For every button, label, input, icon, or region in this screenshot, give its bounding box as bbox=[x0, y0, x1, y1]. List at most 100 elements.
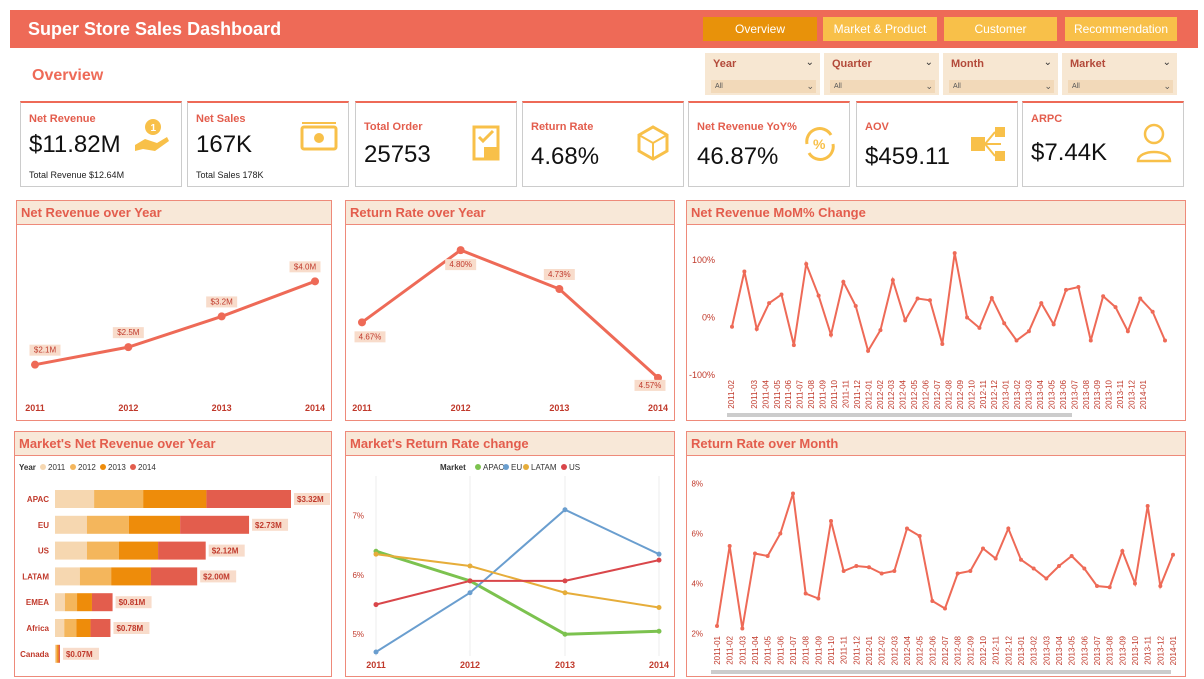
bar-segment bbox=[58, 644, 60, 663]
legend-marker bbox=[475, 464, 481, 470]
category-label: APAC bbox=[27, 495, 49, 504]
x-tick-label: 2013-08 bbox=[1082, 379, 1091, 409]
kpi-value: $11.82M bbox=[29, 131, 121, 158]
x-tick-label: 2013-11 bbox=[1116, 379, 1125, 408]
category-label: EMEA bbox=[26, 598, 49, 607]
x-tick-label: 2013-02 bbox=[1013, 379, 1022, 409]
data-point bbox=[867, 565, 871, 570]
x-tick-label: 2011-11 bbox=[841, 379, 850, 408]
panel-return-rate-year: Return Rate over Year 4.67% 2011 4.80% 2012… bbox=[345, 200, 675, 421]
filter-label: Market bbox=[1070, 58, 1106, 70]
bar-segment bbox=[55, 567, 80, 586]
data-point bbox=[767, 301, 772, 306]
market-revenue-chart: Year 2011 2012 2013 2014 APAC $3.32M EU $2.73M US… bbox=[19, 463, 330, 663]
category-label: US bbox=[38, 547, 50, 556]
tab-recommendation[interactable]: Recommendation bbox=[1065, 17, 1177, 41]
x-tick-label: 2012-06 bbox=[928, 635, 937, 665]
chevron-down-icon[interactable]: ⌄ bbox=[1163, 57, 1171, 68]
x-tick-label: 2013 bbox=[555, 660, 575, 670]
data-point bbox=[1019, 557, 1023, 562]
filter-value[interactable]: All bbox=[953, 83, 961, 90]
chevron-down-icon[interactable]: ⌄ bbox=[925, 80, 933, 93]
bar-segment bbox=[118, 541, 159, 560]
data-point bbox=[1069, 554, 1074, 558]
tab-customer[interactable]: Customer bbox=[944, 17, 1057, 41]
data-point bbox=[1014, 338, 1019, 343]
tab-overview[interactable]: Overview bbox=[703, 17, 817, 41]
data-point bbox=[754, 327, 759, 331]
filter-year[interactable]: Year ⌄ All ⌄ bbox=[705, 53, 820, 95]
data-point bbox=[1006, 526, 1011, 531]
filter-month[interactable]: Month ⌄ All ⌄ bbox=[943, 53, 1058, 95]
tab-market-product[interactable]: Market & Product bbox=[823, 17, 937, 41]
filter-market[interactable]: Market ⌄ All ⌄ bbox=[1062, 53, 1177, 95]
data-point bbox=[373, 602, 379, 608]
kpi-label: Return Rate bbox=[531, 121, 594, 133]
kpi-value: $7.44K bbox=[1031, 139, 1108, 166]
legend-marker bbox=[523, 464, 529, 470]
data-point bbox=[124, 343, 133, 352]
x-tick-label: 2013-02 bbox=[1030, 635, 1039, 665]
x-tick-label: 2012-01 bbox=[864, 379, 873, 409]
scrollbar bbox=[711, 670, 1171, 674]
data-point bbox=[816, 596, 821, 601]
data-point bbox=[656, 605, 662, 611]
bar-segment bbox=[79, 567, 112, 586]
data-point bbox=[866, 348, 871, 353]
series-line-us bbox=[375, 559, 660, 606]
x-tick-label: 2013-05 bbox=[1047, 379, 1056, 409]
kpi-return-rate: Return Rate 4.68% bbox=[522, 101, 684, 187]
data-point bbox=[1031, 566, 1036, 571]
x-tick-label: 2012-07 bbox=[933, 379, 942, 409]
chevron-down-icon[interactable]: ⌄ bbox=[1044, 80, 1052, 93]
return-box-icon bbox=[637, 125, 669, 161]
data-point bbox=[816, 293, 821, 298]
chevron-down-icon[interactable]: ⌄ bbox=[806, 80, 814, 93]
x-tick-label: 2011-02 bbox=[726, 635, 735, 664]
x-tick-label: 2013-06 bbox=[1080, 635, 1089, 665]
y-tick-label: 100% bbox=[692, 255, 715, 265]
data-point bbox=[217, 312, 226, 321]
chevron-down-icon[interactable]: ⌄ bbox=[1044, 57, 1052, 68]
x-tick-label: 2013-07 bbox=[1093, 635, 1102, 665]
chevron-down-icon[interactable]: ⌄ bbox=[806, 57, 814, 68]
bar-segment bbox=[150, 567, 198, 586]
chevron-down-icon[interactable]: ⌄ bbox=[1163, 80, 1171, 93]
data-point bbox=[1051, 322, 1056, 327]
filter-quarter[interactable]: Quarter ⌄ All ⌄ bbox=[824, 53, 939, 95]
data-point bbox=[656, 551, 662, 557]
data-point bbox=[993, 556, 998, 561]
data-point bbox=[740, 626, 745, 631]
x-tick-label: 2012-02 bbox=[878, 635, 887, 665]
kpi-value: 4.68% bbox=[531, 143, 600, 170]
bar-segment bbox=[94, 490, 144, 508]
x-tick-label: 2014-01 bbox=[1139, 379, 1148, 409]
data-point bbox=[828, 332, 833, 337]
x-tick-label: 2011-06 bbox=[776, 635, 785, 664]
data-label: $2.12M bbox=[212, 547, 239, 556]
filter-value[interactable]: All bbox=[1072, 83, 1080, 90]
data-point bbox=[1120, 549, 1125, 553]
data-point bbox=[1044, 576, 1049, 581]
data-label: 4.57% bbox=[639, 381, 662, 390]
data-point bbox=[1171, 552, 1175, 557]
legend-marker bbox=[503, 464, 509, 470]
kpi-value: 25753 bbox=[364, 141, 431, 168]
data-label: $2.73M bbox=[255, 521, 282, 530]
x-tick-label: 2013-08 bbox=[1106, 635, 1115, 665]
filter-value[interactable]: All bbox=[715, 83, 723, 90]
svg-text:1: 1 bbox=[151, 123, 157, 134]
filter-value[interactable]: All bbox=[834, 83, 842, 90]
x-tick-label: 2013-05 bbox=[1068, 635, 1077, 665]
kpi-label: AOV bbox=[865, 121, 889, 133]
data-point bbox=[562, 507, 568, 513]
data-point bbox=[803, 591, 808, 596]
dashboard-title: Super Store Sales Dashboard bbox=[28, 19, 282, 39]
chevron-down-icon[interactable]: ⌄ bbox=[925, 57, 933, 68]
data-point bbox=[955, 571, 960, 576]
bar-segment bbox=[143, 490, 207, 508]
x-tick-label: 2012 bbox=[118, 403, 138, 413]
data-point bbox=[1057, 564, 1061, 568]
data-point bbox=[927, 298, 932, 303]
x-tick-label: 2011-02 bbox=[727, 379, 736, 408]
